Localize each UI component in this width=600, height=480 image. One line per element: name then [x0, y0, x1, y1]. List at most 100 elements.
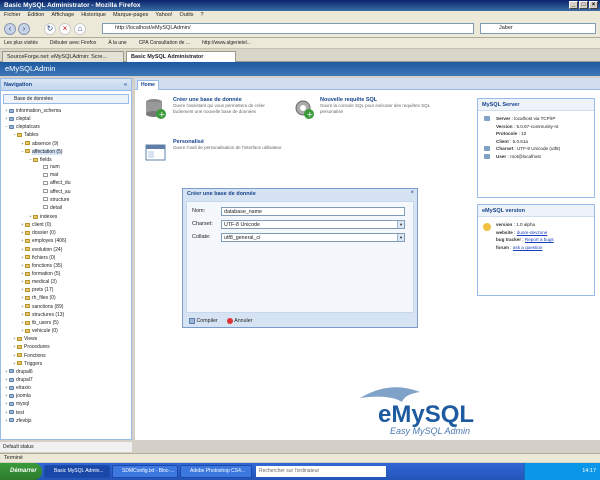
tree-node[interactable]: + drupal7 — [5, 376, 33, 383]
tree-node[interactable]: + employes (406) — [21, 237, 66, 244]
tree-node[interactable]: affect_du — [39, 180, 70, 187]
tree-node[interactable]: detail — [39, 205, 62, 212]
tree-node[interactable]: + medical (3) — [21, 278, 57, 285]
tree-node[interactable]: + joomla — [5, 392, 31, 399]
back-icon[interactable]: ‹ — [4, 23, 16, 35]
tree-node[interactable]: num — [39, 164, 60, 171]
url-bar[interactable]: http://localhost/eMySQLAdmin/ — [102, 23, 474, 34]
minimize-button[interactable]: _ — [569, 1, 578, 9]
menu-historique[interactable]: Historique — [81, 12, 106, 19]
tree-node[interactable]: structure — [39, 197, 69, 204]
menu-marque-pages[interactable]: Marque-pages — [113, 12, 148, 19]
taskbar-item[interactable]: Adobe Photoshop CS4... — [180, 465, 252, 478]
collapse-icon[interactable]: « — [124, 79, 127, 91]
bookmark-item[interactable]: Les plus visités — [4, 40, 38, 46]
tree-node[interactable]: + vehicule (0) — [21, 327, 58, 334]
tree-node[interactable]: + test — [5, 409, 24, 416]
database-add-icon[interactable]: + — [145, 98, 167, 120]
tree-node[interactable]: − Tables — [13, 131, 38, 138]
tree-node[interactable]: + Fonctions — [13, 352, 46, 359]
tree-node[interactable]: + client (0) — [21, 221, 51, 228]
chevron-down-icon[interactable]: ▾ — [397, 221, 404, 228]
browser-tab[interactable]: SourceForge.net: eMySQLAdmin: Scre... — [2, 51, 124, 62]
customize-icon[interactable] — [145, 142, 167, 164]
bookmark-item[interactable]: http://www.algerietel... — [202, 40, 251, 46]
stop-icon[interactable]: × — [59, 23, 71, 35]
compile-button[interactable]: Compiler — [189, 317, 218, 325]
menu-affichage[interactable]: Affichage — [51, 12, 74, 19]
reload-icon[interactable]: ↻ — [44, 23, 56, 35]
tree-node[interactable]: + sanctions (89) — [21, 303, 63, 310]
new-sql-card[interactable]: Nouvelle requête SQL Ouvre la console SQ… — [320, 97, 430, 114]
menu-yahoo[interactable]: Yahoo! — [155, 12, 172, 19]
forum-link[interactable]: ask a question — [513, 245, 543, 250]
charset-icon — [484, 146, 490, 151]
tree-node[interactable]: + absence (9) — [21, 140, 58, 147]
tree-node[interactable]: + formation (5) — [21, 270, 60, 277]
taskbar-item[interactable]: SDMConfig.txt - Bloc-... — [112, 465, 178, 478]
bug-tracker-link[interactable]: Report a bugs — [525, 237, 554, 242]
tree-node-label: rh_files (0) — [32, 295, 56, 302]
tree-node[interactable]: + cleptal — [5, 115, 30, 122]
close-window-button[interactable]: × — [589, 1, 598, 9]
sql-gear-icon[interactable]: + — [293, 98, 315, 120]
maximize-button[interactable]: □ — [579, 1, 588, 9]
nom-input[interactable]: database_name — [221, 207, 405, 216]
forward-icon[interactable]: › — [18, 23, 30, 35]
folder-icon — [25, 263, 30, 268]
collate-select[interactable]: utf8_general_ci ▾ — [221, 233, 405, 242]
tree-node[interactable]: + evolution (24) — [21, 246, 62, 253]
tree-node[interactable]: − fields — [29, 156, 52, 163]
tree-node[interactable]: + fonctions (35) — [21, 262, 62, 269]
create-db-card[interactable]: Créer une base de donnée Ouvre l'assista… — [173, 97, 283, 114]
tree-node[interactable]: + dossier (0) — [21, 229, 56, 236]
folder-icon — [25, 279, 30, 284]
menu-fichier[interactable]: Fichier — [4, 12, 21, 19]
charset-label: Charset: — [192, 221, 213, 227]
bookmark-item[interactable]: À la une — [108, 40, 126, 46]
tab-home[interactable]: Home — [137, 80, 159, 90]
close-icon[interactable]: × — [410, 190, 414, 196]
tree-node[interactable]: + Views — [13, 335, 37, 342]
tree-node[interactable]: + indexes — [29, 213, 57, 220]
tree-node[interactable]: mat — [39, 172, 58, 179]
database-select[interactable]: Base de données — [3, 94, 129, 104]
app-name: eMySQLAdmin — [5, 64, 56, 73]
chevron-down-icon[interactable]: ▾ — [397, 234, 404, 241]
browser-tab-active[interactable]: Basic MySQL Administrator — [126, 51, 236, 62]
home-icon[interactable]: ⌂ — [74, 23, 86, 35]
tree-node[interactable]: + fichiers (0) — [21, 254, 55, 261]
start-button[interactable]: Démarrer — [0, 463, 42, 480]
tree-node[interactable]: + structures (13) — [21, 311, 64, 318]
taskbar-item[interactable]: Basic MySQL Admin... — [44, 465, 110, 478]
tree-node[interactable]: + elraxio — [5, 384, 31, 391]
menu-outils[interactable]: Outils — [179, 12, 193, 19]
tree-node[interactable]: + drupal6 — [5, 368, 33, 375]
website-link[interactable]: duore-devzone — [517, 230, 548, 235]
folder-icon — [25, 287, 30, 292]
charset-select[interactable]: UTF-8 Unicode ▾ — [221, 220, 405, 229]
bookmark-item[interactable]: CPA Consultation de ... — [139, 40, 190, 46]
cancel-button[interactable]: Annuler — [227, 317, 252, 325]
menu-edition[interactable]: Édition — [28, 12, 45, 19]
tree-node[interactable]: + Triggers — [13, 360, 42, 367]
server-info-row: User : root@localhost — [482, 153, 590, 161]
tree-node[interactable]: + rh_files (0) — [21, 294, 56, 301]
customize-card[interactable]: Personalisé Ouvre l'outil de personalisa… — [173, 139, 283, 151]
tree-node[interactable]: + information_schema — [5, 107, 61, 114]
database-icon — [9, 402, 14, 407]
tree-node[interactable]: + Procedures — [13, 343, 50, 350]
tree-node[interactable]: + prets (17) — [21, 286, 53, 293]
tree-node[interactable]: − affectation (5) — [21, 148, 63, 155]
taskbar-search-input[interactable]: Rechercher sur l'ordinateur — [256, 466, 386, 477]
tree-node[interactable]: − cleptalcars — [5, 123, 40, 130]
tree-node-label: structure — [50, 196, 70, 203]
menu-help[interactable]: ? — [201, 12, 204, 19]
search-input[interactable]: Jaber — [480, 23, 596, 34]
tree-node[interactable]: + zfevbjs — [5, 417, 32, 424]
tree-node[interactable]: + tb_users (5) — [21, 319, 59, 326]
tree-node[interactable]: + mysql — [5, 400, 29, 407]
tree-node[interactable]: affect_au — [39, 189, 70, 196]
bookmark-item[interactable]: Débuter avec Firefox — [50, 40, 96, 46]
folder-icon — [25, 320, 30, 325]
